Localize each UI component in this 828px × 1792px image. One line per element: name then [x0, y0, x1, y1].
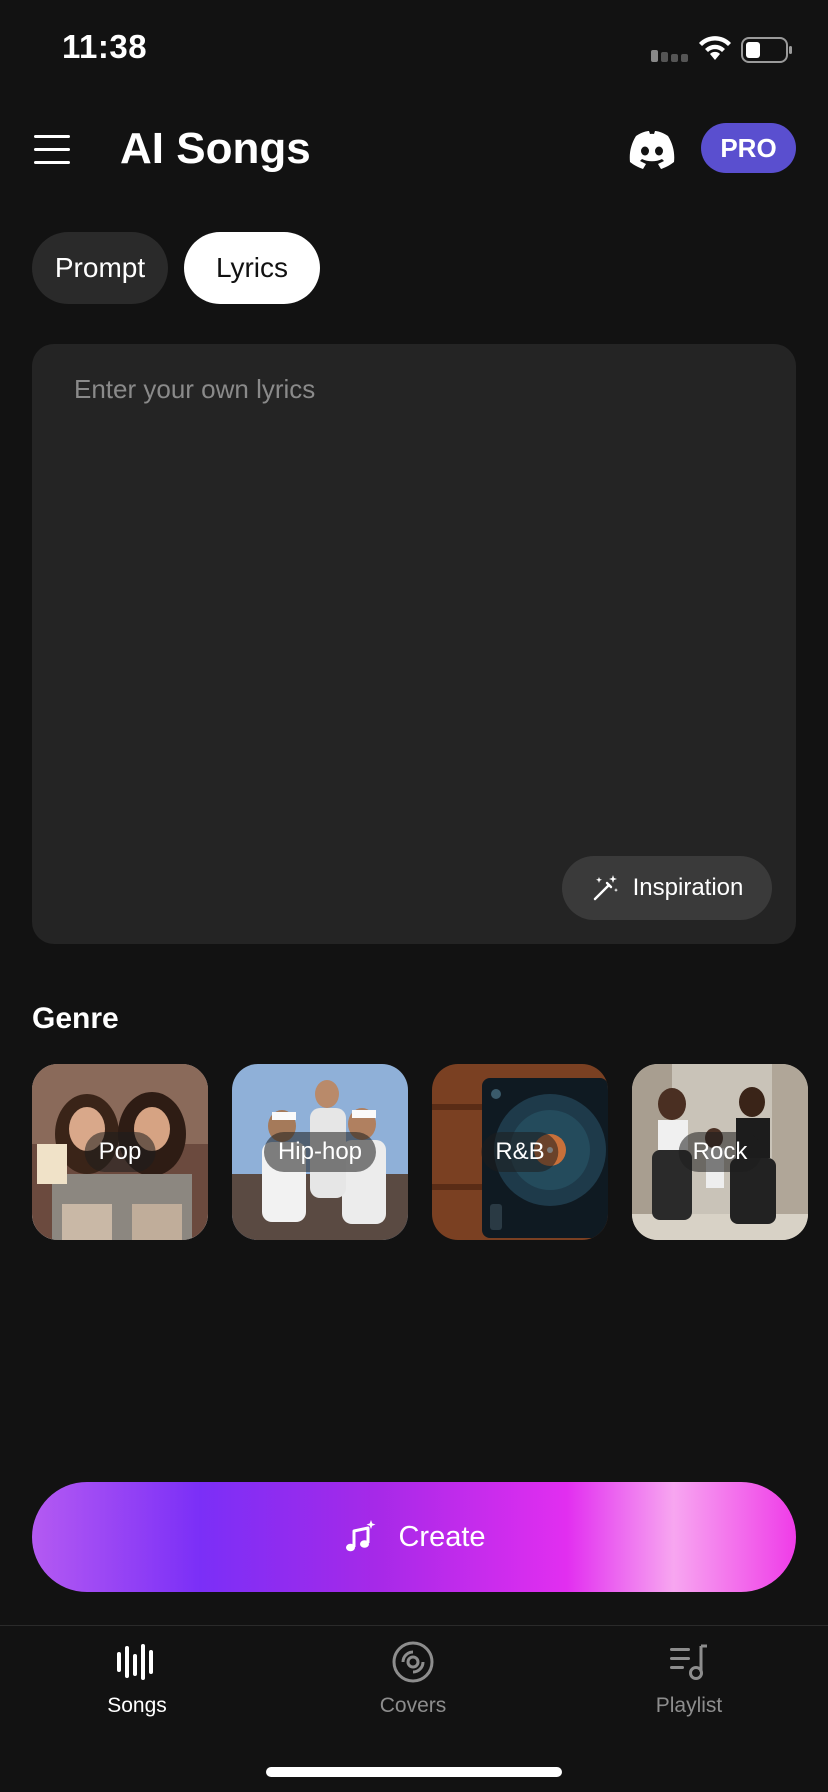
status-time: 11:38 — [62, 28, 148, 65]
wifi-icon — [699, 36, 731, 60]
tab-prompt[interactable]: Prompt — [32, 232, 168, 304]
app-header: AI Songs PRO — [0, 110, 828, 190]
cellular-signal-icon — [651, 50, 688, 62]
pro-badge[interactable]: PRO — [701, 123, 796, 173]
music-sparkle-icon — [346, 1520, 376, 1552]
tab-lyrics[interactable]: Lyrics — [184, 232, 320, 304]
genre-label-pop: Pop — [84, 1132, 156, 1172]
playlist-icon — [670, 1644, 707, 1680]
lyrics-panel: Inspiration — [32, 344, 796, 944]
menu-icon-bar — [34, 148, 70, 151]
tab-covers-label: Covers — [379, 1694, 447, 1717]
tab-playlist-label: Playlist — [655, 1694, 723, 1717]
disc-icon — [392, 1641, 434, 1683]
inspiration-button[interactable]: Inspiration — [562, 856, 772, 920]
menu-icon — [34, 135, 70, 138]
genre-card-hip-hop[interactable]: Hip-hop — [232, 1064, 408, 1240]
genre-label-rock: Rock — [678, 1132, 762, 1172]
page-title: AI Songs — [120, 124, 311, 173]
tab-playlist[interactable]: Playlist — [599, 1640, 779, 1740]
magic-wand-icon — [593, 875, 618, 901]
tab-songs-label: Songs — [107, 1694, 167, 1717]
menu-button[interactable] — [34, 131, 76, 169]
genre-label-rnb: R&B — [481, 1132, 559, 1172]
genre-card-rock[interactable]: Rock — [632, 1064, 808, 1240]
inspiration-label: Inspiration — [632, 874, 744, 901]
genre-card-pop[interactable]: Pop — [32, 1064, 208, 1240]
genre-title: Genre — [32, 1002, 119, 1035]
genre-label-hip-hop: Hip-hop — [263, 1132, 377, 1172]
genre-list: Pop Hip-hop R&B Rock — [32, 1064, 828, 1242]
lyrics-input[interactable] — [32, 344, 796, 944]
menu-icon-bar — [34, 161, 70, 164]
discord-icon[interactable] — [628, 128, 676, 172]
create-button[interactable]: Create — [32, 1482, 796, 1592]
home-indicator — [266, 1767, 562, 1777]
tab-songs[interactable]: Songs — [47, 1640, 227, 1740]
status-bar: 11:38 — [0, 0, 828, 100]
tab-covers[interactable]: Covers — [323, 1640, 503, 1740]
battery-icon — [741, 37, 792, 63]
create-label: Create — [398, 1520, 486, 1553]
genre-card-rnb[interactable]: R&B — [432, 1064, 608, 1240]
waveform-icon — [117, 1644, 153, 1680]
mode-tabs: Prompt Lyrics — [32, 232, 320, 304]
